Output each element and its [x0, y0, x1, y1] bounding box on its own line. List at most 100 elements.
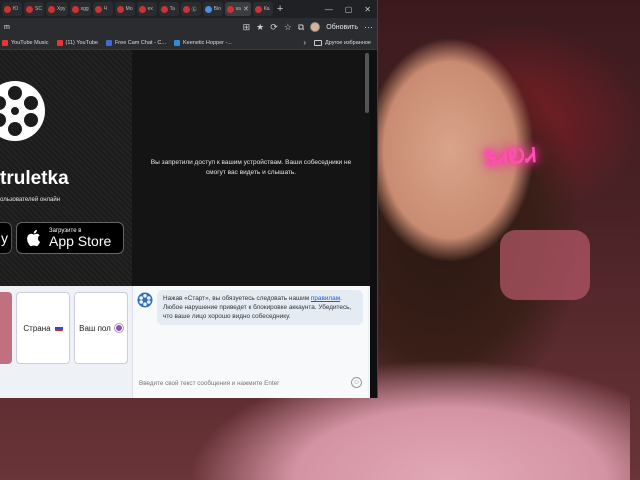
promo-panel: truletka ользователей онлайн y Загрузите…: [0, 50, 132, 286]
tab-favicon: [138, 5, 146, 13]
app-store-button[interactable]: Загрузите в App Store: [16, 222, 124, 254]
bookmark-favicon: [56, 39, 63, 46]
roulette-logo-icon: [0, 81, 45, 141]
gender-icon: [114, 324, 123, 332]
bot-logo-icon: [137, 292, 153, 308]
bookmark-item[interactable]: Free Cam Chat - C...: [105, 39, 166, 46]
scrollbar[interactable]: [365, 53, 369, 113]
browser-tab[interactable]: Ка: [252, 2, 273, 16]
country-filter[interactable]: Страна: [16, 292, 70, 364]
bookmark-item[interactable]: YouTube Music: [2, 39, 49, 46]
browser-tab[interactable]: Хру: [46, 2, 68, 16]
browser-tab[interactable]: Ta: [158, 2, 179, 16]
browser-tab[interactable]: ex: [136, 2, 157, 16]
app-store-big-label: App Store: [49, 233, 112, 249]
extension-icon[interactable]: ⟳: [270, 22, 278, 32]
browser-window: Ю SC Хру sgg Ч Мо ex Ta Ⓖ Bio ка ✕ Ка + —…: [0, 0, 378, 398]
app-icon[interactable]: ⊞: [243, 22, 251, 32]
bookmark-label: YouTube Music: [11, 39, 49, 46]
tab-favicon: [116, 5, 124, 13]
tab-label: Ю: [13, 6, 19, 12]
favorites-icon[interactable]: ☆: [284, 22, 292, 32]
collections-icon[interactable]: ⧉: [298, 22, 304, 32]
close-tab-icon[interactable]: ✕: [243, 5, 249, 13]
tab-favicon: [71, 5, 79, 13]
browser-tab[interactable]: Мо: [114, 2, 135, 16]
new-tab-plus-icon[interactable]: +: [277, 3, 283, 15]
tab-strip: Ю SC Хру sgg Ч Мо ex Ta Ⓖ Bio ка ✕ Ка + —…: [0, 0, 377, 18]
partner-video-area: Вы запретили доступ к вашим устройствам.…: [132, 50, 370, 286]
minimize-icon[interactable]: —: [325, 5, 333, 14]
bookmark-favicon: [173, 39, 180, 46]
brand-name: truletka: [0, 168, 69, 189]
rules-link[interactable]: правилам: [311, 295, 340, 302]
controls-panel: Страна Ваш пол Нажав «Старт», вы обязует…: [0, 286, 370, 398]
update-button[interactable]: Обновить: [326, 24, 358, 31]
tab-label: Bio: [213, 6, 221, 12]
bookmark-label: Free Cam Chat - C...: [114, 39, 166, 46]
tab-favicon: [48, 5, 55, 13]
chat-panel: Нажав «Старт», вы обязуетесь следовать н…: [132, 286, 368, 398]
more-menu-icon[interactable]: ⋯: [364, 22, 373, 32]
tab-label: Ч: [103, 6, 107, 12]
tab-label: Ⓖ: [191, 6, 197, 13]
browser-tab[interactable]: SC: [24, 2, 44, 16]
tab-label: Ta: [169, 6, 175, 12]
tab-label: sgg: [80, 6, 89, 12]
tab-favicon: [254, 5, 262, 13]
bookmark-item[interactable]: Keenetic Hopper -...: [173, 39, 232, 46]
tab-label: Хру: [57, 6, 66, 12]
neon-sign: ᏕᏗᎧᏗ: [483, 142, 538, 171]
tab-favicon: [26, 5, 33, 13]
tab-label: Мо: [125, 6, 133, 12]
tab-label: SC: [35, 6, 42, 12]
folder-label: Другое избранное: [325, 39, 371, 46]
bookmark-label: (11) YouTube: [65, 39, 98, 46]
browser-tab[interactable]: Bio: [202, 2, 223, 16]
russia-flag-icon: [54, 325, 63, 331]
tab-favicon: [226, 5, 234, 13]
close-window-icon[interactable]: ✕: [364, 5, 371, 14]
chevron-right-icon[interactable]: ›: [303, 38, 306, 47]
browser-tab[interactable]: Ю: [2, 2, 22, 16]
users-online-text: ользователей онлайн: [0, 197, 61, 203]
profile-avatar[interactable]: [310, 22, 321, 32]
gender-label: Ваш пол: [79, 323, 111, 333]
browser-toolbar: m ⊞ ★ ⟳ ☆ ⧉ Обновить ⋯: [0, 18, 377, 36]
start-button[interactable]: [0, 292, 12, 364]
screen: ᏕᏗᎧᏗ Ю SC Хру sgg Ч Мо ex Ta Ⓖ Bio ка ✕ К…: [0, 0, 640, 480]
bookmark-favicon: [105, 39, 112, 46]
background-pillow: [500, 230, 590, 300]
page-content: truletka ользователей онлайн y Загрузите…: [0, 50, 370, 398]
tab-favicon: [160, 5, 168, 13]
app-store-text: Загрузите в App Store: [49, 228, 111, 248]
tab-label: Ка: [263, 6, 270, 12]
tab-label: ex: [147, 6, 153, 12]
access-denied-message: Вы запретили доступ к вашим устройствам.…: [150, 159, 352, 176]
other-favorites-folder[interactable]: Другое избранное: [314, 39, 375, 46]
browser-tab[interactable]: Ⓖ: [180, 2, 201, 16]
tab-favicon: [94, 5, 102, 13]
folder-icon: [314, 39, 322, 46]
tab-label: ка: [235, 6, 241, 12]
google-play-button[interactable]: y: [0, 222, 12, 254]
chat-message-input[interactable]: [135, 374, 363, 392]
star-icon[interactable]: ★: [256, 22, 264, 32]
tab-favicon: [204, 5, 212, 13]
system-message: Нажав «Старт», вы обязуетесь следовать н…: [157, 290, 363, 325]
country-label: Страна: [23, 323, 51, 333]
window-controls: — ▢ ✕: [325, 5, 377, 14]
address-bar[interactable]: m: [4, 24, 237, 31]
tab-favicon: [4, 5, 11, 13]
bookmark-favicon: [2, 39, 8, 46]
bookmark-item[interactable]: (11) YouTube: [56, 39, 98, 46]
tab-favicon: [182, 5, 190, 13]
gender-filter[interactable]: Ваш пол: [74, 292, 128, 364]
maximize-icon[interactable]: ▢: [345, 5, 353, 14]
bookmark-label: Keenetic Hopper -...: [182, 39, 232, 46]
emoji-icon[interactable]: ☺: [351, 377, 362, 388]
browser-tab[interactable]: Ч: [92, 2, 113, 16]
system-message-text: Нажав «Старт», вы обязуетесь следовать н…: [163, 295, 311, 302]
browser-tab[interactable]: sgg: [69, 2, 91, 16]
browser-tab-active[interactable]: ка ✕: [224, 2, 251, 16]
